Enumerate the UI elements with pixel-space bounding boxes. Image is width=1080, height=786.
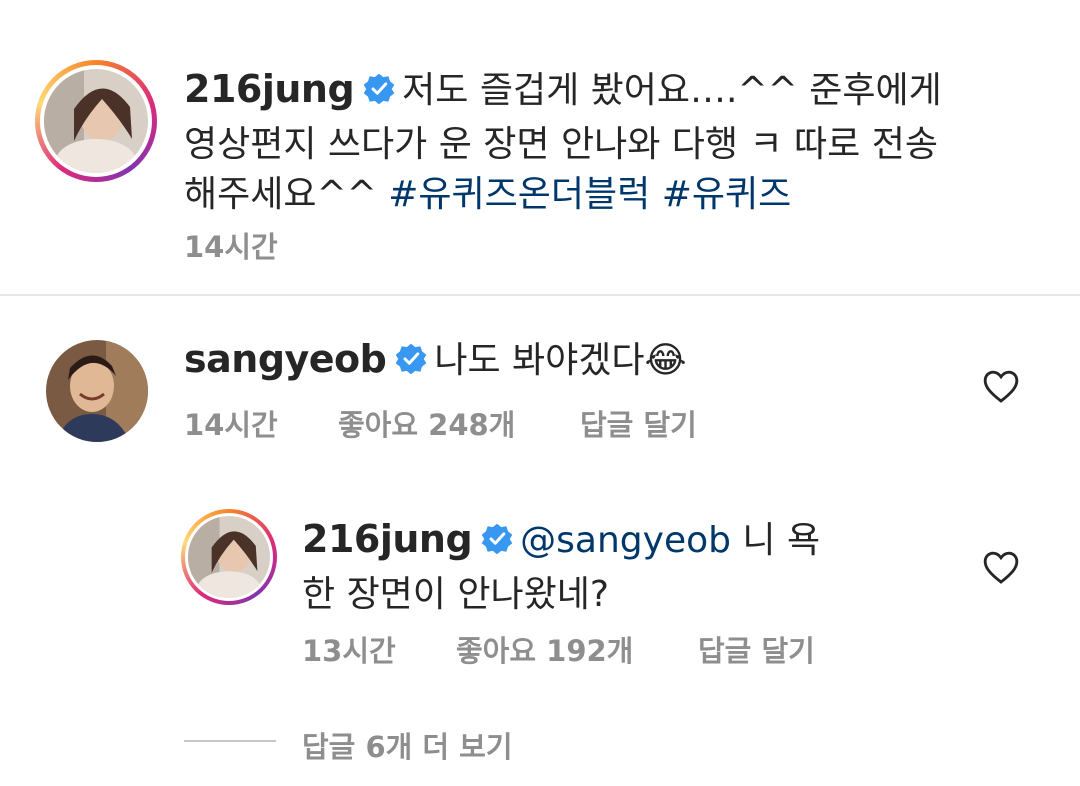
like-heart-icon[interactable] bbox=[982, 368, 1020, 408]
comment-time: 13시간 bbox=[302, 634, 396, 668]
comment-username[interactable]: 216jung bbox=[302, 517, 473, 561]
view-more-replies-button[interactable]: 답글 6개 더 보기 bbox=[302, 724, 513, 766]
like-heart-icon[interactable] bbox=[982, 549, 1020, 589]
likes-count-button[interactable]: 좋아요 192개 bbox=[456, 628, 633, 670]
avatar-sangyeob[interactable] bbox=[46, 340, 148, 442]
view-replies-line bbox=[184, 740, 276, 742]
mention-link[interactable]: @sangyeob bbox=[520, 520, 731, 561]
avatar-216jung[interactable] bbox=[181, 509, 277, 605]
divider bbox=[0, 294, 1080, 296]
avatar-photo bbox=[188, 516, 270, 598]
comment-username[interactable]: sangyeob bbox=[184, 337, 387, 381]
hashtag-link[interactable]: #유퀴즈온더블럭 bbox=[388, 174, 650, 215]
verified-badge-icon bbox=[394, 340, 428, 390]
avatar-photo bbox=[44, 69, 148, 173]
comment-time: 14시간 bbox=[184, 230, 278, 264]
hashtag-link[interactable]: #유퀴즈 bbox=[662, 174, 792, 215]
comment-time: 14시간 bbox=[184, 408, 278, 442]
reply-button[interactable]: 답글 달기 bbox=[698, 628, 815, 670]
reply-button[interactable]: 답글 달기 bbox=[580, 402, 697, 444]
comment-body-1: 216jung 저도 즐겁게 봤어요….^^ 준후에게 영상편지 쓰다가 운 장면… bbox=[184, 64, 944, 220]
avatar-216jung[interactable] bbox=[35, 60, 157, 182]
verified-badge-icon bbox=[362, 70, 396, 120]
comment-body-2: sangyeob 나도 봐야겠다😂 bbox=[184, 334, 944, 390]
comment-username[interactable]: 216jung bbox=[184, 67, 355, 111]
verified-badge-icon bbox=[480, 520, 514, 570]
comment-text: 나도 봐야겠다😂 bbox=[434, 340, 687, 381]
likes-count-button[interactable]: 좋아요 248개 bbox=[338, 402, 515, 444]
reply-body: 216jung @sangyeob 니 욕 한 장면이 안나왔네? bbox=[302, 514, 862, 620]
